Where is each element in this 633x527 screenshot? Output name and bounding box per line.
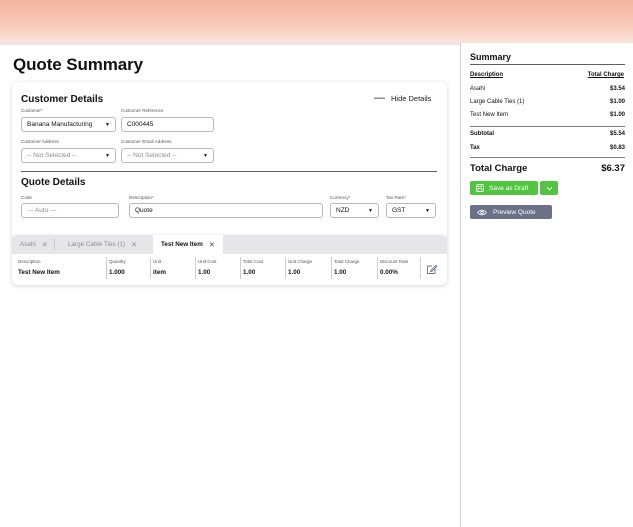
header-unit: Unit bbox=[153, 259, 162, 264]
section-divider bbox=[21, 171, 437, 172]
customer-reference-input[interactable]: C000445 bbox=[121, 117, 214, 132]
value-discount-rate: 0.00% bbox=[380, 269, 398, 276]
hide-details-button[interactable]: — Hide Details bbox=[374, 92, 432, 104]
summary-total-header: Total Charge bbox=[587, 72, 624, 78]
tab-large-cable-ties[interactable]: Large Cable Ties (1) ✕ bbox=[68, 235, 137, 254]
currency-label: Currency* bbox=[330, 195, 351, 200]
chevron-down-icon: ▼ bbox=[425, 207, 430, 214]
summary-line-cable-ties: Large Cable Ties (1) $1.00 bbox=[470, 99, 625, 105]
main-content: Quote Summary Customer Details — Hide De… bbox=[0, 45, 460, 527]
currency-select[interactable]: NZD ▼ bbox=[330, 203, 379, 218]
customer-label: Customer* bbox=[21, 108, 43, 113]
tax-rate-label: Tax Rate* bbox=[386, 195, 406, 200]
customer-reference-label: Customer Reference bbox=[121, 108, 164, 113]
item-tabs-panel: Asahi ✕ Large Cable Ties (1) ✕ Test New It… bbox=[12, 235, 447, 285]
tax-rate-select[interactable]: GST ▼ bbox=[386, 203, 436, 218]
customer-details-title: Customer Details bbox=[21, 94, 104, 105]
tab-test-new-item[interactable]: Test New Item ✕ bbox=[153, 235, 223, 254]
summary-title: Summary bbox=[470, 52, 512, 62]
value-total-cost: 1.00 bbox=[243, 269, 256, 276]
summary-description-header: Description bbox=[470, 72, 504, 78]
chevron-down-icon bbox=[546, 186, 552, 191]
value-description: Test New Item bbox=[18, 269, 60, 276]
chevron-down-icon: ▼ bbox=[368, 207, 373, 214]
summary-total-charge: Total Charge $6.37 bbox=[470, 163, 625, 174]
summary-line-asahi: Asahi $3.54 bbox=[470, 86, 625, 92]
value-quantity[interactable]: 1.000 bbox=[109, 269, 125, 276]
edit-icon[interactable] bbox=[426, 263, 438, 275]
page-title: Quote Summary bbox=[13, 55, 144, 74]
top-banner bbox=[0, 0, 633, 43]
close-icon[interactable]: ✕ bbox=[209, 241, 215, 249]
summary-sidebar: Summary Description Total Charge Asahi $3… bbox=[460, 43, 633, 527]
close-icon[interactable]: ✕ bbox=[42, 241, 48, 249]
description-input[interactable]: Quote bbox=[129, 203, 323, 218]
value-unit-cost: 1.00 bbox=[198, 269, 211, 276]
description-label: Description* bbox=[129, 195, 154, 200]
value-unit: item bbox=[153, 269, 166, 276]
header-quantity: Quantity bbox=[109, 259, 126, 264]
summary-line-test-item: Test New Item $1.00 bbox=[470, 112, 625, 118]
details-card: Customer Details — Hide Details Customer… bbox=[12, 82, 447, 240]
header-total-cost: Total Cost bbox=[243, 259, 264, 264]
hide-details-label: Hide Details bbox=[391, 94, 432, 103]
customer-select[interactable]: Banana Manufacturing ▼ bbox=[21, 117, 116, 132]
save-as-draft-button[interactable]: Save as Draft bbox=[470, 181, 538, 195]
header-unit-cost: Unit Cost bbox=[198, 259, 217, 264]
customer-email-select[interactable]: -- Not Selected -- ▼ bbox=[121, 148, 214, 163]
chevron-down-icon: ▼ bbox=[105, 121, 110, 128]
header-discount-rate: Discount Rate bbox=[380, 259, 409, 264]
close-icon[interactable]: ✕ bbox=[131, 241, 137, 249]
value-total-charge: 1.00 bbox=[334, 269, 347, 276]
quote-details-title: Quote Details bbox=[21, 177, 86, 188]
header-total-charge: Total Charge bbox=[334, 259, 360, 264]
code-input[interactable]: --- Auto --- bbox=[21, 203, 119, 218]
chevron-down-icon: ▼ bbox=[203, 152, 208, 159]
summary-tax: Tax $0.83 bbox=[470, 145, 625, 151]
tab-asahi[interactable]: Asahi ✕ bbox=[20, 235, 55, 254]
chevron-down-icon: ▼ bbox=[105, 152, 110, 159]
save-icon bbox=[476, 184, 484, 192]
eye-icon bbox=[477, 209, 487, 215]
header-description: Description bbox=[18, 259, 41, 264]
code-label: Code bbox=[21, 195, 32, 200]
customer-address-select[interactable]: -- Not Selected -- ▼ bbox=[21, 148, 116, 163]
preview-quote-button[interactable]: Preview Quote bbox=[470, 205, 552, 219]
customer-email-label: Customer Email Address bbox=[121, 139, 172, 144]
minus-icon: — bbox=[374, 92, 385, 104]
header-unit-charge: Unit Charge bbox=[288, 259, 313, 264]
save-options-dropdown-button[interactable] bbox=[540, 181, 558, 195]
value-unit-charge: 1.00 bbox=[288, 269, 301, 276]
summary-subtotal: Subtotal $5.54 bbox=[470, 131, 625, 137]
customer-address-label: Customer Address bbox=[21, 139, 59, 144]
